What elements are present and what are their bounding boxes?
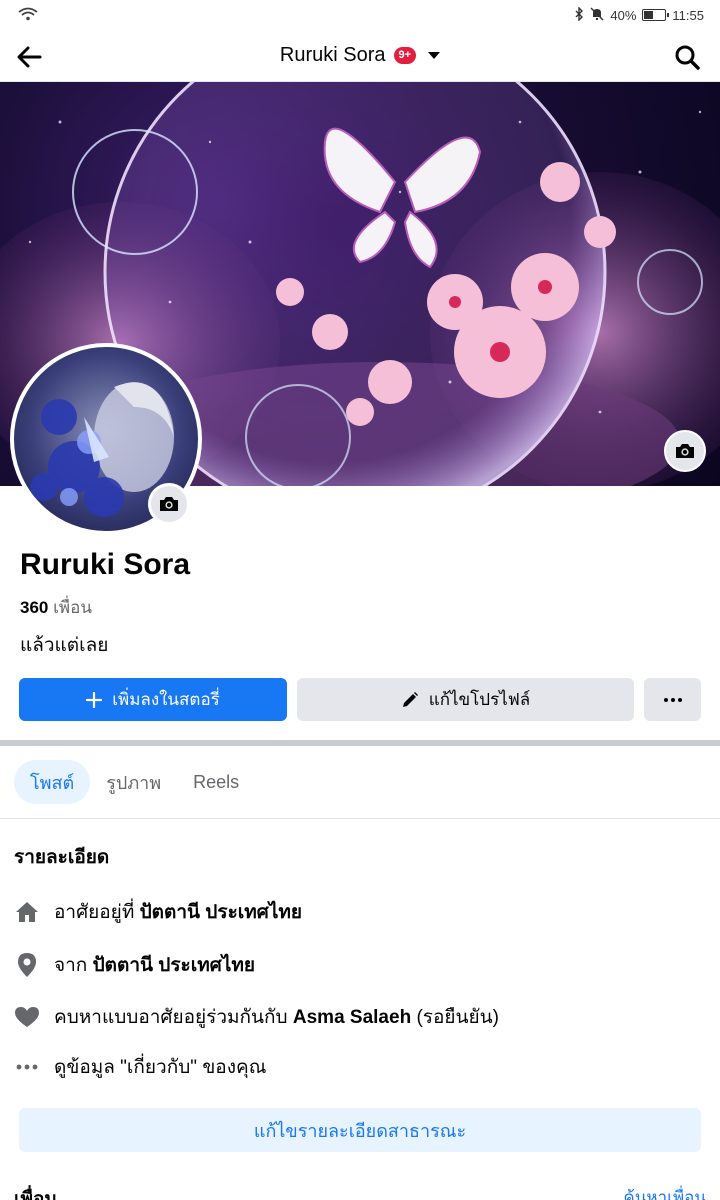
edit-profile-button[interactable]: แก้ไขโปรไฟล์ [297,678,634,721]
add-to-story-button[interactable]: เพิ่มลงในสตอรี่ [19,678,287,721]
friends-count-label: เพื่อน [53,598,92,617]
more-options-button[interactable] [644,678,701,721]
mute-icon [590,7,604,24]
location-pin-icon [14,952,40,978]
lives-value: ปัตตานี ประเทศไทย [139,902,303,923]
friends-section-title: เพื่อน [14,1189,58,1200]
tab-photos[interactable]: รูปภาพ [90,760,177,804]
add-to-story-label: เพิ่มลงในสตอรี่ [112,690,220,709]
camera-icon [160,497,178,511]
heart-icon [14,1004,40,1030]
tab-reels[interactable]: Reels [177,760,255,804]
change-cover-button[interactable] [664,430,706,472]
battery-text: 40% [610,7,637,23]
detail-lives-in: อาศัยอยู่ที่ ปัตตานี ประเทศไทย [14,897,302,927]
relationship-status: (รอยืนยัน) [416,1007,499,1028]
notification-badge: 9+ [393,47,417,64]
about-link-label: ดูข้อมูล "เกี่ยวกับ" ของคุณ [54,1057,267,1078]
chevron-down-icon [428,52,441,59]
home-icon [14,899,40,925]
profile-switcher[interactable]: Ruruki Sora 9+ [279,44,441,67]
profile-tabs: โพสต์ รูปภาพ Reels [14,760,255,804]
header-title: Ruruki Sora [279,44,386,66]
status-bar: 40% 11:55 [0,0,720,30]
profile-bio: แล้วแต่เลย [20,635,109,656]
detail-from: จาก ปัตตานี ประเทศไทย [14,950,255,980]
more-icon [663,697,682,702]
camera-icon [676,444,694,458]
profile-name: Ruruki Sora [20,548,191,581]
from-prefix: จาก [54,955,88,976]
battery-icon [642,9,670,21]
details-title: รายละเอียด [14,847,110,868]
friends-count[interactable]: 360 เพื่อน [20,594,92,621]
back-button[interactable] [12,40,46,74]
bluetooth-icon [574,5,584,24]
clock: 11:55 [672,7,704,23]
ellipsis-icon [14,1054,40,1080]
search-button[interactable] [670,40,704,74]
pencil-icon [402,691,418,707]
profile-actions: เพิ่มลงในสตอรี่ แก้ไขโปรไฟล์ [19,678,701,721]
search-icon [675,45,700,70]
edit-public-details-button[interactable]: แก้ไขรายละเอียดสาธารณะ [19,1108,701,1152]
friends-count-number: 360 [20,598,49,617]
detail-about-link[interactable]: ดูข้อมูล "เกี่ยวกับ" ของคุณ [14,1052,266,1082]
tabs-divider [0,818,720,819]
from-value: ปัตตานี ประเทศไทย [92,955,256,976]
section-divider [0,740,720,746]
find-friends-link[interactable]: ค้นหาเพื่อน [623,1184,706,1200]
relationship-partner[interactable]: Asma Salaeh [293,1007,411,1028]
tab-posts[interactable]: โพสต์ [14,760,91,804]
back-arrow-icon [17,46,42,68]
change-avatar-button[interactable] [148,483,190,525]
top-bar: Ruruki Sora 9+ [0,30,720,82]
relationship-prefix: คบหาแบบอาศัยอยู่ร่วมกันกับ [54,1007,288,1028]
wifi-icon [18,7,38,24]
detail-relationship: คบหาแบบอาศัยอยู่ร่วมกันกับ Asma Salaeh (… [14,1002,499,1032]
plus-icon [86,691,103,708]
lives-prefix: อาศัยอยู่ที่ [54,902,135,923]
edit-profile-label: แก้ไขโปรไฟล์ [428,690,531,709]
status-right: 40% 11:55 [574,5,704,24]
